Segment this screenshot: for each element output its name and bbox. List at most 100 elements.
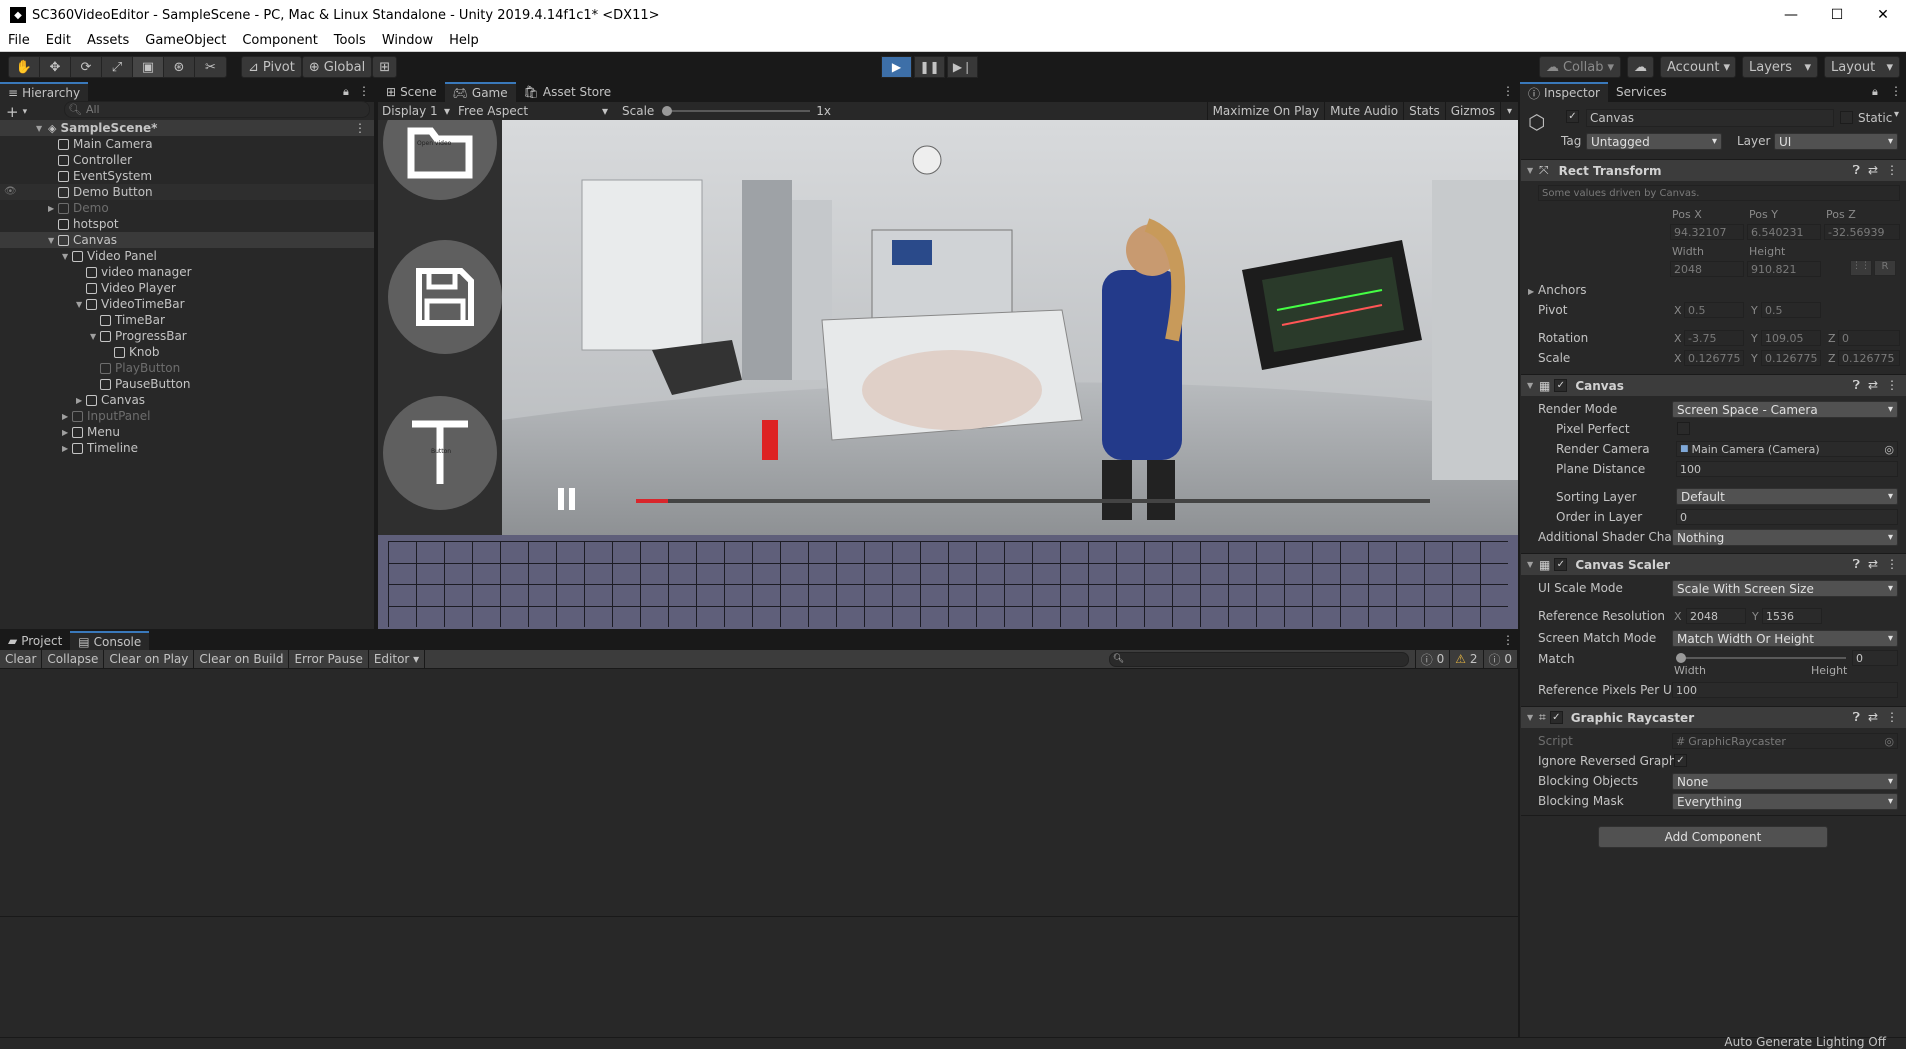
posz-field[interactable]: -32.56939 <box>1824 224 1900 240</box>
maximize-icon[interactable]: ☐ <box>1814 0 1860 30</box>
hierarchy-item[interactable]: ▶ Timeline <box>0 440 374 456</box>
blocking-objects-dropdown[interactable]: None <box>1672 773 1898 790</box>
expand-arrow-icon[interactable]: ▶ <box>62 412 72 421</box>
rotation-x-field[interactable]: -3.75 <box>1684 330 1744 346</box>
hierarchy-item[interactable]: Video Player <box>0 280 374 296</box>
scale-y-field[interactable]: 0.126775 <box>1761 350 1821 366</box>
expand-arrow-icon[interactable]: ▶ <box>76 396 86 405</box>
rotation-z-field[interactable]: 0 <box>1838 330 1900 346</box>
gizmos-button[interactable]: Gizmos <box>1446 102 1501 120</box>
reference-y-field[interactable]: 1536 <box>1762 608 1822 624</box>
hierarchy-item[interactable]: hotspot <box>0 216 374 232</box>
layer-dropdown[interactable]: UI <box>1774 133 1898 150</box>
render-camera-field[interactable]: ■ Main Camera (Camera) ◎ <box>1676 441 1898 457</box>
pivot-x-field[interactable]: 0.5 <box>1684 302 1744 318</box>
hand-tool-icon[interactable]: ✋ <box>9 57 40 77</box>
canvas-component-header[interactable]: ▼ ▦ ✓ Canvas ❓︎ ⇄ ⋮ <box>1521 374 1906 396</box>
menu-assets[interactable]: Assets <box>79 33 137 48</box>
custom-tool-icon[interactable]: ✂ <box>195 57 226 77</box>
scale-slider[interactable] <box>662 105 811 117</box>
rect-tool-icon[interactable]: ▣ <box>133 57 164 77</box>
tab-game[interactable]: 🎮︎ Game <box>444 82 516 102</box>
video-progress-bar[interactable] <box>636 499 1430 503</box>
editor-dropdown[interactable]: Editor ▾ <box>369 650 426 668</box>
component-menu-icon[interactable]: ⋮ <box>1886 710 1898 725</box>
warning-count-toggle[interactable]: ⚠ 2 <box>1450 650 1484 668</box>
width-field[interactable]: 2048 <box>1670 261 1744 277</box>
info-count-toggle[interactable]: ⓘ 0 <box>1414 650 1451 668</box>
scene-menu-icon[interactable]: ⋮ <box>354 121 366 135</box>
menu-tools[interactable]: Tools <box>326 33 374 48</box>
tab-inspector[interactable]: ⓘ Inspector <box>1520 82 1608 102</box>
hierarchy-item[interactable]: TimeBar <box>0 312 374 328</box>
foldout-arrow-icon[interactable]: ▼ <box>1527 560 1537 569</box>
expand-arrow-icon[interactable]: ▼ <box>90 332 100 341</box>
foldout-arrow-icon[interactable]: ▼ <box>1527 166 1537 175</box>
preset-icon[interactable]: ⇄ <box>1868 557 1878 572</box>
static-checkbox[interactable] <box>1840 111 1853 124</box>
minimize-icon[interactable]: — <box>1768 0 1814 30</box>
hierarchy-item[interactable]: ▼ Video Panel <box>0 248 374 264</box>
expand-arrow-icon[interactable]: ▶ <box>48 204 58 213</box>
tab-scene[interactable]: ⊞ Scene <box>378 82 445 102</box>
posx-field[interactable]: 94.32107 <box>1670 224 1744 240</box>
collab-dropdown[interactable]: ☁ Collab ▾ <box>1538 56 1621 78</box>
plane-distance-field[interactable]: 100 <box>1676 461 1898 477</box>
layout-dropdown[interactable]: Layout ▾ <box>1824 56 1900 78</box>
expand-arrow-icon[interactable]: ▶ <box>62 444 72 453</box>
shader-channels-dropdown[interactable]: Nothing <box>1672 529 1898 546</box>
tab-hierarchy[interactable]: ≡ Hierarchy <box>0 82 89 102</box>
pixel-perfect-checkbox[interactable] <box>1677 422 1690 435</box>
account-dropdown[interactable]: Account ▾ <box>1660 56 1736 78</box>
hierarchy-item[interactable]: ▶ Demo <box>0 200 374 216</box>
screen-match-mode-dropdown[interactable]: Match Width Or Height <box>1672 630 1898 647</box>
anchors-foldout[interactable]: ▶ Anchors <box>1528 283 1587 297</box>
help-icon[interactable]: ❓︎ <box>1853 557 1860 572</box>
video-pause-button[interactable] <box>558 488 578 510</box>
active-checkbox[interactable]: ✓ <box>1566 110 1579 123</box>
foldout-arrow-icon[interactable]: ▼ <box>1527 381 1537 390</box>
expand-arrow-icon[interactable]: ▼ <box>76 300 86 309</box>
match-slider[interactable] <box>1676 651 1846 665</box>
close-icon[interactable]: ✕ <box>1860 0 1906 30</box>
hierarchy-item[interactable]: Main Camera <box>0 136 374 152</box>
aspect-dropdown[interactable]: Free Aspect ▾ <box>454 104 612 118</box>
blueprint-button[interactable]: ⋮⋮ <box>1850 260 1872 276</box>
clear-on-play-button[interactable]: Clear on Play <box>104 650 195 668</box>
foldout-arrow-icon[interactable]: ▼ <box>1527 713 1537 722</box>
help-icon[interactable]: ❓︎ <box>1853 378 1860 393</box>
cloud-button[interactable]: ☁ <box>1627 56 1654 78</box>
raw-edit-button[interactable]: R <box>1874 260 1896 276</box>
hierarchy-item[interactable]: Demo Button <box>0 184 374 200</box>
render-mode-dropdown[interactable]: Screen Space - Camera <box>1672 401 1898 418</box>
error-pause-button[interactable]: Error Pause <box>289 650 369 668</box>
kebab-icon[interactable]: ⋮ <box>1890 84 1902 98</box>
sorting-layer-dropdown[interactable]: Default <box>1676 488 1898 505</box>
preset-icon[interactable]: ⇄ <box>1868 163 1878 178</box>
expand-arrow-icon[interactable]: ▼ <box>36 124 46 133</box>
collapse-button[interactable]: Collapse <box>42 650 105 668</box>
hierarchy-item[interactable]: ▼ VideoTimeBar <box>0 296 374 312</box>
preset-icon[interactable]: ⇄ <box>1868 378 1878 393</box>
hierarchy-search-input[interactable]: 🔍︎ All <box>64 101 370 118</box>
menu-component[interactable]: Component <box>234 33 325 48</box>
menu-file[interactable]: File <box>0 33 38 48</box>
menu-help[interactable]: Help <box>441 33 487 48</box>
menu-edit[interactable]: Edit <box>38 33 79 48</box>
object-picker-icon[interactable]: ◎ <box>1884 443 1894 456</box>
hierarchy-item[interactable]: Knob <box>0 344 374 360</box>
add-component-button[interactable]: Add Component <box>1598 826 1828 848</box>
rotate-tool-icon[interactable]: ⟳ <box>71 57 102 77</box>
lock-icon[interactable]: 🔒︎ <box>1872 85 1878 99</box>
error-count-toggle[interactable]: ⓘ 0 <box>1484 650 1518 668</box>
hierarchy-item[interactable]: ▼ Canvas <box>0 232 374 248</box>
create-button[interactable]: + ▾ <box>6 103 27 121</box>
global-toggle[interactable]: ⊕ Global <box>301 56 373 78</box>
canvas-scaler-header[interactable]: ▼ ▦ ✓ Canvas Scaler ❓︎ ⇄ ⋮ <box>1521 553 1906 575</box>
reference-x-field[interactable]: 2048 <box>1686 608 1746 624</box>
tag-dropdown[interactable]: Untagged <box>1586 133 1722 150</box>
match-slider-knob[interactable] <box>1676 653 1686 663</box>
static-dropdown-icon[interactable]: ▾ <box>1894 109 1899 120</box>
reference-ppu-field[interactable]: 100 <box>1672 682 1898 698</box>
component-menu-icon[interactable]: ⋮ <box>1886 378 1898 393</box>
